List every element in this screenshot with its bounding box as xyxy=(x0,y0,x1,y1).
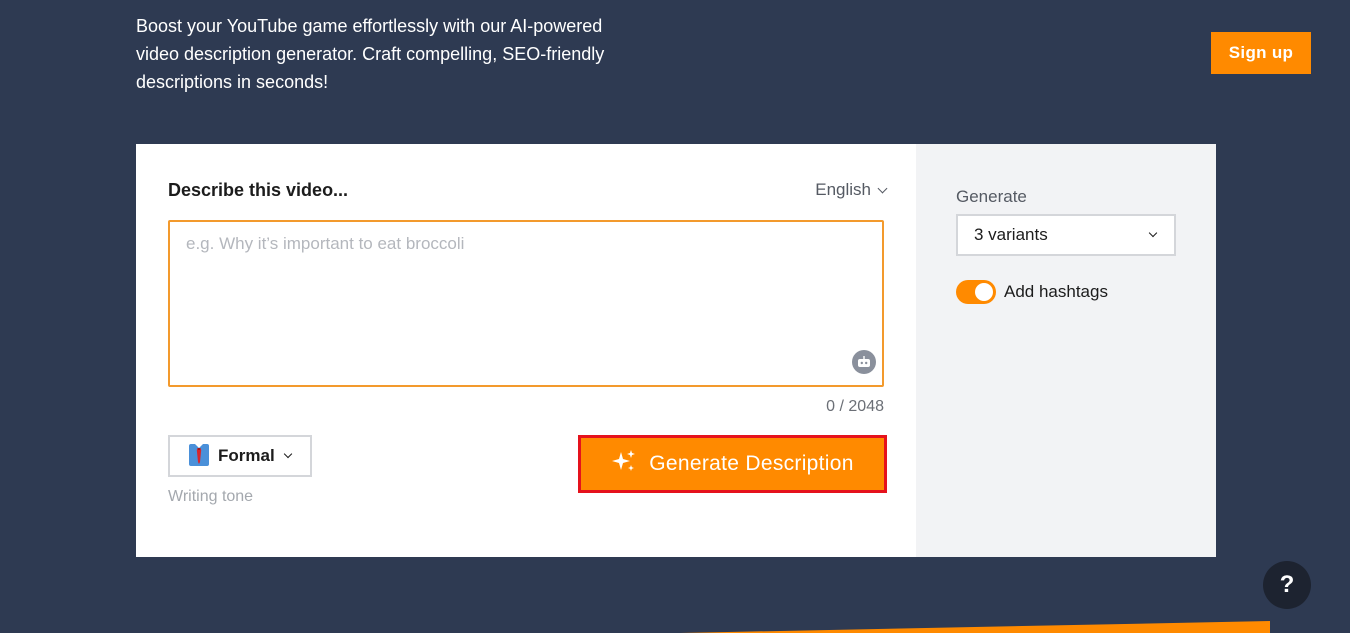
page: Boost your YouTube game effortlessly wit… xyxy=(0,0,1350,633)
decorative-orange-shape xyxy=(680,621,1270,633)
help-button[interactable]: ? xyxy=(1263,561,1311,609)
